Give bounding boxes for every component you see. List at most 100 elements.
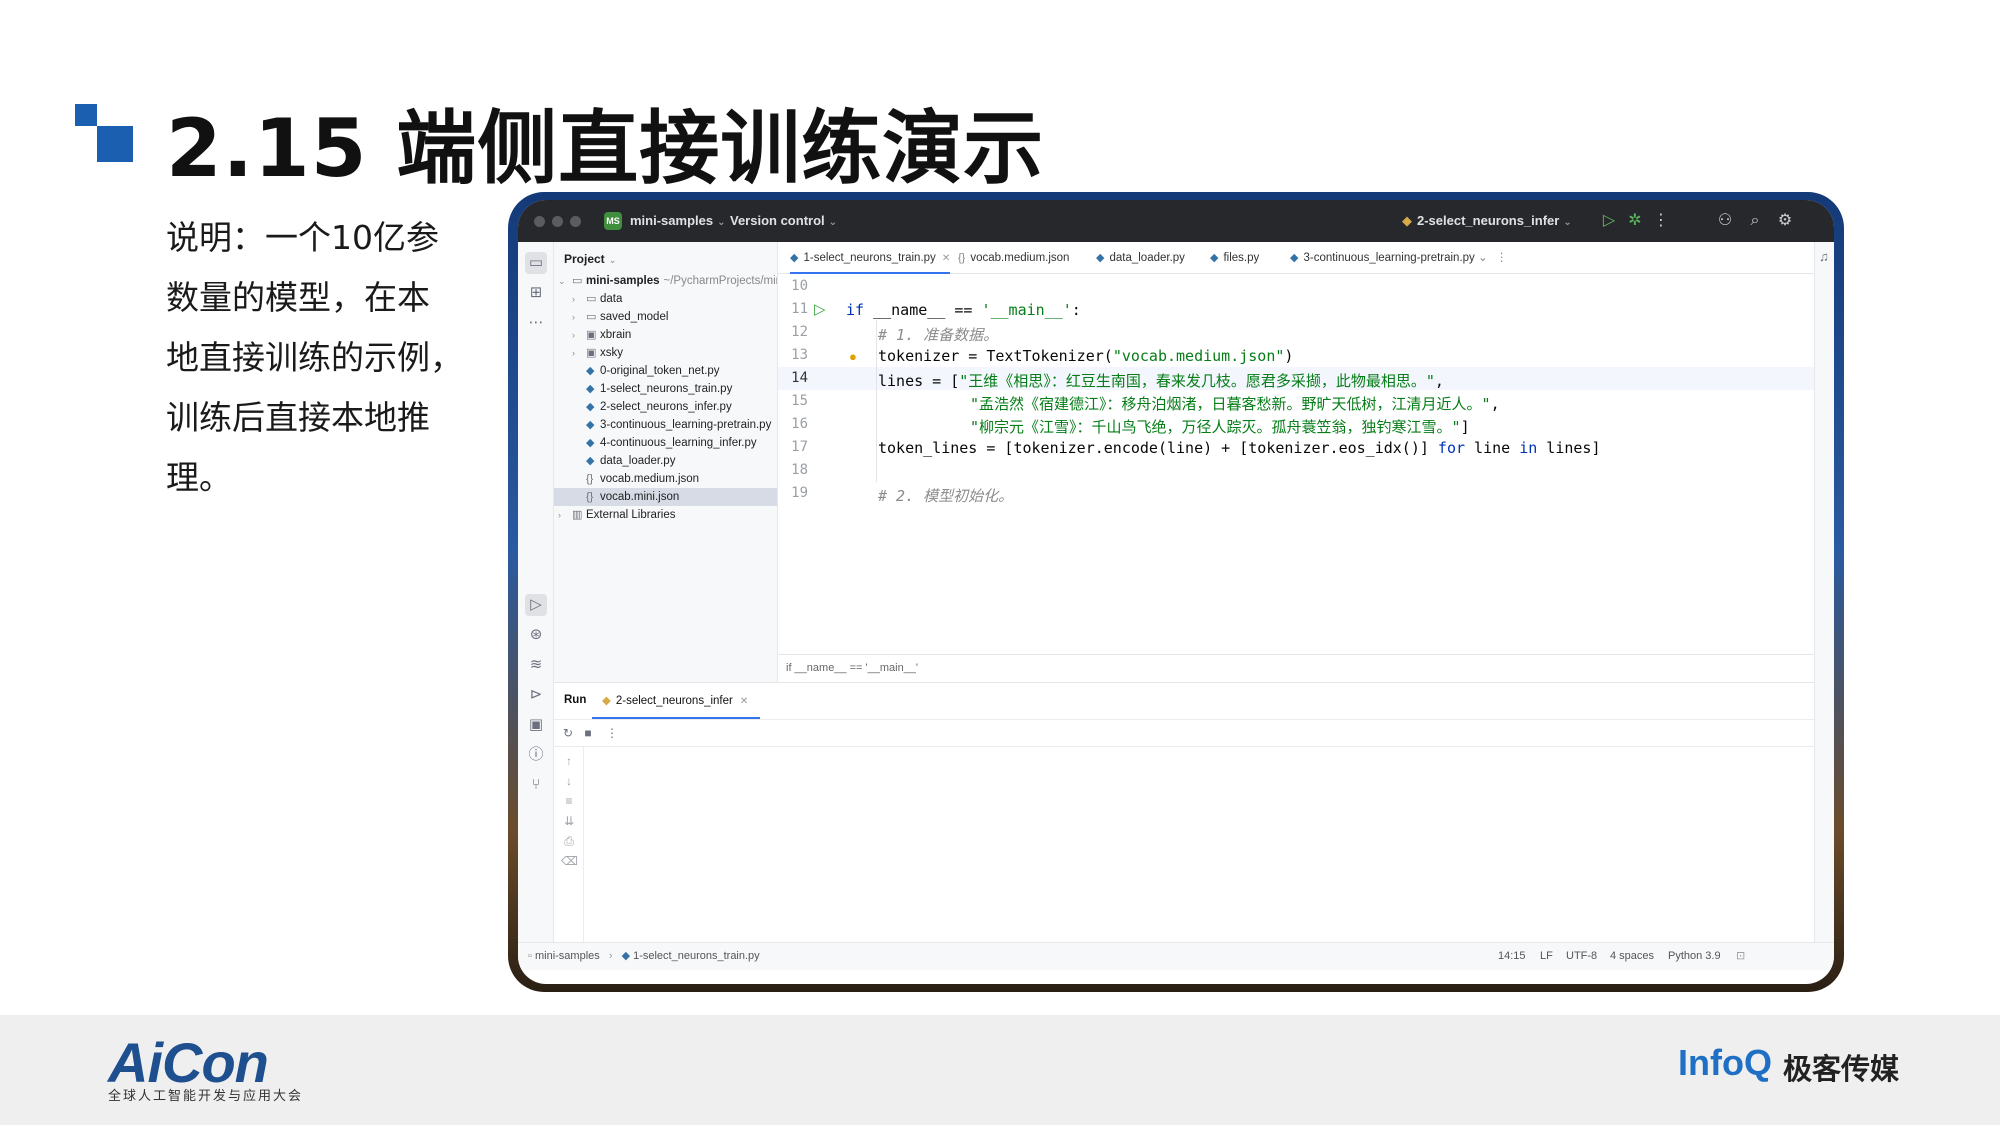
description-line: 数量的模型，在本 (166, 278, 430, 317)
status-encoding[interactable]: UTF-8 (1566, 943, 1597, 970)
more-actions-icon[interactable]: ⋮ (604, 725, 620, 741)
tab-continuous-pretrain[interactable]: ◆ 3-continuous_learning-pretrain.py (1290, 242, 1475, 274)
print-icon[interactable]: ⎙ (561, 833, 577, 849)
folder-icon: ▭ (572, 275, 583, 287)
run-gutter-icon[interactable]: ▷ (814, 302, 830, 318)
window-close-button[interactable] (534, 216, 545, 227)
tab-data-loader[interactable]: ◆ data_loader.py (1096, 242, 1185, 274)
chevron-right-icon[interactable]: › (572, 290, 575, 308)
more-tools-icon[interactable]: ⋯ (525, 312, 547, 334)
tree-item-xsky[interactable]: › ▣ xsky (554, 344, 777, 362)
tree-item-label: 4-continuous_learning_infer.py (600, 437, 757, 449)
tabs-more-icon[interactable]: ⋮ (1496, 242, 1508, 274)
code-line-16[interactable]: "柳宗元《江雪》：千山鸟飞绝，万径人踪灭。孤舟蓑笠翁，独钓寒江雪。"] (970, 416, 1470, 437)
tree-item-external-libraries[interactable]: › ▥ External Libraries (554, 506, 777, 524)
status-line-separator[interactable]: LF (1540, 943, 1553, 970)
vcs-label: Version control (730, 213, 825, 228)
code-breadcrumb[interactable]: if __name__ == '__main__' (778, 654, 1814, 682)
close-icon[interactable]: ✕ (740, 696, 748, 707)
scroll-down-icon[interactable]: ↓ (561, 773, 577, 789)
code-line-14[interactable]: lines = ["王维《相思》：红豆生南国，春来发几枝。愿君多采撷，此物最相思… (878, 370, 1444, 391)
description-line: 训练后直接本地推 (166, 398, 430, 437)
gear-icon[interactable]: ⚙ (1774, 210, 1796, 232)
tree-item-data[interactable]: › ▭ data (554, 290, 777, 308)
tab-select-neurons-train[interactable]: ◆ 1-select_neurons_train.py ✕ (790, 242, 951, 274)
structure-icon[interactable]: ⊞ (525, 282, 547, 304)
run-config-selector[interactable]: ◆ 2-select_neurons_infer ⌄ (1402, 213, 1572, 229)
code-token: # 1. 准备数据。 (878, 326, 999, 344)
run-panel-header: Run ◆ 2-select_neurons_infer ✕ (554, 683, 1814, 719)
window-zoom-button[interactable] (570, 216, 581, 227)
tree-item-file[interactable]: ◆ 2-select_neurons_infer.py (554, 398, 777, 416)
tree-item-label: 2-select_neurons_infer.py (600, 401, 732, 413)
chevron-right-icon[interactable]: › (572, 326, 575, 344)
chevron-right-icon[interactable]: › (572, 308, 575, 326)
project-switcher[interactable]: mini-samples ⌄ (630, 213, 725, 228)
status-interpreter[interactable]: Python 3.9 (1668, 943, 1721, 970)
window-minimize-button[interactable] (552, 216, 563, 227)
code-line-11[interactable]: if __name__ == '__main__': (846, 301, 1081, 319)
tree-item-file[interactable]: {} vocab.medium.json (554, 470, 777, 488)
run-tab[interactable]: ◆ 2-select_neurons_infer ✕ (592, 683, 761, 719)
tab-vocab-medium[interactable]: {} vocab.medium.json (958, 242, 1069, 274)
lock-icon[interactable]: ⊡ (1736, 943, 1745, 970)
search-icon[interactable]: ⌕ (1744, 210, 1766, 232)
code-token: # 2. 模型初始化。 (878, 487, 1014, 505)
more-actions-icon[interactable]: ⋮ (1650, 210, 1672, 232)
chevron-right-icon[interactable]: › (572, 344, 575, 362)
git-icon[interactable]: ⑂ (525, 774, 547, 796)
tree-item-file[interactable]: ◆ data_loader.py (554, 452, 777, 470)
tree-item-xbrain[interactable]: › ▣ xbrain (554, 326, 777, 344)
debug-icon[interactable]: ✲ (1624, 210, 1646, 232)
status-breadcrumb[interactable]: ▫ mini-samples › ◆ 1-select_neurons_trai… (528, 943, 760, 970)
trash-icon[interactable]: ⌫ (561, 853, 578, 869)
status-indent[interactable]: 4 spaces (1610, 943, 1654, 970)
python-file-icon: ◆ (1210, 252, 1219, 264)
services-icon[interactable]: ⊳ (525, 684, 547, 706)
run-tool-icon[interactable]: ▷ (525, 594, 547, 616)
folder-icon: ▭ (586, 293, 597, 305)
tree-item-file[interactable]: ◆ 3-continuous_learning-pretrain.py (554, 416, 777, 434)
project-folder-icon[interactable]: ▭ (525, 252, 547, 274)
scroll-up-icon[interactable]: ↑ (561, 753, 577, 769)
tree-item-file[interactable]: ◆ 0-original_token_net.py (554, 362, 777, 380)
chevron-down-icon[interactable]: ⌄ (558, 272, 566, 290)
soft-wrap-icon[interactable]: ≡ (561, 793, 577, 809)
close-icon[interactable]: ✕ (942, 253, 950, 264)
tree-item-file[interactable]: ◆ 4-continuous_learning_infer.py (554, 434, 777, 452)
left-tool-strip: ▭ ⊞ ⋯ ▷ ⊛ ≋ ⊳ ▣ ⓘ ⑂ (518, 242, 554, 942)
status-position[interactable]: 14:15 (1498, 943, 1526, 970)
code-line-17[interactable]: token_lines = [tokenizer.encode(line) + … (878, 439, 1600, 457)
tree-item-file-selected[interactable]: {} vocab.mini.json (554, 488, 777, 506)
python-file-icon: ◆ (586, 419, 595, 431)
lightbulb-icon[interactable]: ● (849, 350, 863, 364)
terminal-icon[interactable]: ▣ (525, 714, 547, 736)
tree-root[interactable]: ⌄ ▭ mini-samples~/PycharmProjects/mini-s (554, 272, 777, 290)
tree-item-file[interactable]: ◆ 1-select_neurons_train.py (554, 380, 777, 398)
run-icon[interactable]: ▷ (1598, 210, 1620, 232)
chevron-right-icon[interactable]: › (558, 506, 561, 524)
vcs-menu[interactable]: Version control ⌄ (730, 213, 837, 228)
python-console-icon[interactable]: ⊛ (525, 624, 547, 646)
stop-icon[interactable]: ■ (580, 725, 596, 741)
code-token: in (1519, 439, 1538, 457)
problems-icon[interactable]: ⓘ (525, 744, 547, 766)
code-line-15[interactable]: "孟浩然《宿建德江》：移舟泊烟渚，日暮客愁新。野旷天低树，江清月近人。", (970, 393, 1500, 414)
code-line-13[interactable]: tokenizer = TextTokenizer("vocab.medium.… (878, 347, 1293, 365)
tree-item-saved-model[interactable]: › ▭ saved_model (554, 308, 777, 326)
layers-icon[interactable]: ≋ (525, 654, 547, 676)
code-line-12[interactable]: # 1. 准备数据。 (878, 324, 998, 345)
project-panel-header[interactable]: Project ⌄ (564, 252, 616, 266)
run-tab-label: 2-select_neurons_infer (615, 695, 733, 707)
json-file-icon: {} (586, 473, 594, 485)
notifications-icon[interactable]: ♫ (1813, 246, 1834, 268)
code-token: __name__ == (864, 301, 982, 319)
tabs-overflow-chevron-icon[interactable]: ⌄ (1478, 242, 1488, 274)
tree-item-label: 1-select_neurons_train.py (600, 383, 733, 395)
add-user-icon[interactable]: ⚇ (1714, 210, 1736, 232)
tab-files[interactable]: ◆ files.py (1210, 242, 1259, 274)
code-line-19[interactable]: # 2. 模型初始化。 (878, 485, 1013, 506)
slide-title: 2.15 端侧直接训练演示 (166, 102, 1045, 195)
scroll-to-end-icon[interactable]: ⇊ (561, 813, 577, 829)
rerun-icon[interactable]: ↻ (560, 725, 576, 741)
